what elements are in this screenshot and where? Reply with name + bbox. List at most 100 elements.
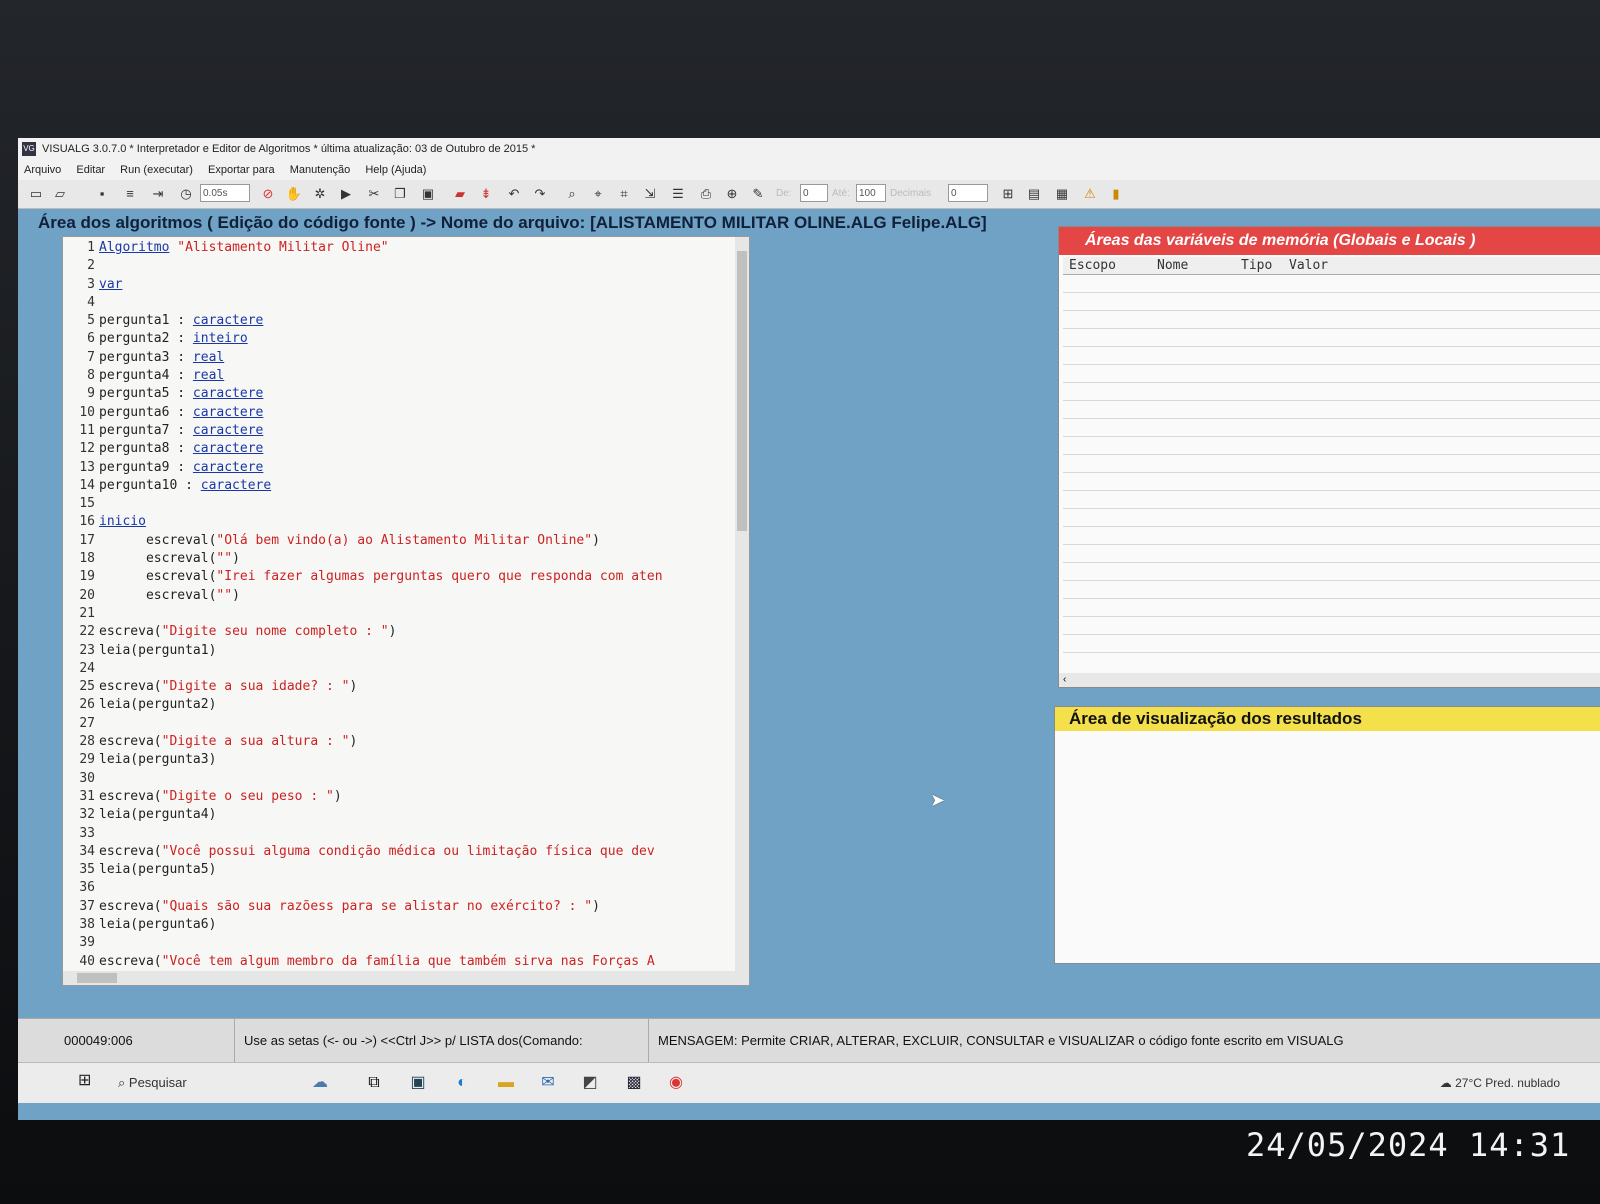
store-icon[interactable]: ▣ <box>406 1071 430 1095</box>
code-line[interactable]: 25 escreva("Digite a sua idade? : ") <box>63 678 663 696</box>
code-line[interactable]: 8 pergunta4 : real <box>63 367 663 385</box>
open-folder-icon[interactable]: ▱ <box>50 184 70 204</box>
code-line[interactable]: 19 escreval("Irei fazer algumas pergunta… <box>63 568 662 586</box>
copy-icon[interactable]: ❐ <box>390 184 410 204</box>
weather-widget[interactable]: ☁ 27°C Pred. nublado <box>1440 1063 1560 1103</box>
goto-icon[interactable]: ⇲ <box>640 184 660 204</box>
mail-icon[interactable]: ✉ <box>536 1071 560 1095</box>
undo-icon[interactable]: ↶ <box>504 184 524 204</box>
tools-icon[interactable]: ✎ <box>748 184 768 204</box>
code-line[interactable]: 40 escreva("Você tem algum membro da famí… <box>63 953 663 971</box>
redo-icon[interactable]: ↷ <box>530 184 550 204</box>
variables-icon[interactable]: ⊞ <box>998 184 1018 204</box>
to-field[interactable]: 100 <box>856 184 886 202</box>
code-line[interactable]: 20 escreval("") <box>63 587 663 605</box>
code-line[interactable]: 39 <box>63 934 663 952</box>
chrome-icon[interactable]: ◉ <box>664 1071 688 1095</box>
code-line[interactable]: 28 escreva("Digite a sua altura : ") <box>63 733 663 751</box>
zoom-icon[interactable]: ⊕ <box>722 184 742 204</box>
code-line[interactable]: 26 leia(pergunta2) <box>63 696 663 714</box>
replace-icon[interactable]: ⌖ <box>588 184 608 204</box>
code-line[interactable]: 1 Algoritmo "Alistamento Militar Oline" <box>63 239 663 257</box>
variables-table[interactable]: Escopo Nome Tipo Valor <box>1063 257 1600 677</box>
editor-horizontal-scrollbar[interactable] <box>63 971 735 985</box>
new-file-icon[interactable]: ▭ <box>26 184 46 204</box>
code-line[interactable]: 11 pergunta7 : caractere <box>63 422 663 440</box>
timer-icon[interactable]: ◷ <box>176 184 196 204</box>
code-line[interactable]: 2 <box>63 257 663 275</box>
code-line[interactable]: 22 escreva("Digite seu nome completo : ") <box>63 623 663 641</box>
code-editor[interactable]: 1 Algoritmo "Alistamento Militar Oline" 2 3… <box>62 236 750 986</box>
menu-manutencao[interactable]: Manutenção <box>284 160 357 180</box>
cut-icon[interactable]: ✂ <box>364 184 384 204</box>
scroll-thumb[interactable] <box>737 251 747 531</box>
warning-icon[interactable]: ⚠ <box>1080 184 1100 204</box>
code-line[interactable]: 36 <box>63 879 663 897</box>
code-line[interactable]: 21 <box>63 605 663 623</box>
editor-vertical-scrollbar[interactable] <box>735 237 749 985</box>
windows-start-icon[interactable]: ⊞ <box>78 1073 94 1089</box>
header-escopo[interactable]: Escopo <box>1063 257 1151 275</box>
code-line[interactable]: 16 inicio <box>63 513 663 531</box>
code-line[interactable]: 9 pergunta5 : caractere <box>63 385 663 403</box>
menu-run[interactable]: Run (executar) <box>114 160 199 180</box>
code-line[interactable]: 3 var <box>63 276 663 294</box>
calculator-icon[interactable]: ▤ <box>1024 184 1044 204</box>
code-line[interactable]: 31 escreva("Digite o seu peso : ") <box>63 788 663 806</box>
debug-icon[interactable]: ✲ <box>310 184 330 204</box>
menu-exportar[interactable]: Exportar para <box>202 160 281 180</box>
paste-icon[interactable]: ▣ <box>418 184 438 204</box>
code-line[interactable]: 29 leia(pergunta3) <box>63 751 663 769</box>
indent-icon[interactable]: ⇟ <box>476 184 496 204</box>
code-line[interactable]: 35 leia(pergunta5) <box>63 861 663 879</box>
export-icon[interactable]: ⇥ <box>148 184 168 204</box>
code-line[interactable]: 13 pergunta9 : caractere <box>63 459 663 477</box>
code-line[interactable]: 6 pergunta2 : inteiro <box>63 330 663 348</box>
hand-icon[interactable]: ✋ <box>284 184 304 204</box>
decimals-select[interactable]: 0 <box>948 184 988 202</box>
edge-icon[interactable]: ◐ <box>450 1071 474 1095</box>
code-line[interactable]: 4 <box>63 294 663 312</box>
block-icon[interactable]: ▰ <box>450 184 470 204</box>
stop-icon[interactable]: ⊘ <box>258 184 278 204</box>
menu-arquivo[interactable]: Arquivo <box>18 160 67 180</box>
code-line[interactable]: 5 pergunta1 : caractere <box>63 312 663 330</box>
variables-scrollbar[interactable]: ‹ <box>1059 673 1600 687</box>
file-explorer-icon[interactable]: ▬ <box>494 1071 518 1095</box>
header-valor[interactable]: Valor <box>1283 257 1600 275</box>
exit-icon[interactable]: ▮ <box>1106 184 1126 204</box>
code-line[interactable]: 38 leia(pergunta6) <box>63 916 663 934</box>
photos-icon[interactable]: ◩ <box>578 1071 602 1095</box>
code-line[interactable]: 30 <box>63 770 663 788</box>
menu-editar[interactable]: Editar <box>70 160 111 180</box>
scroll-thumb[interactable] <box>77 973 117 983</box>
print-source-icon[interactable]: ≡ <box>120 184 140 204</box>
menu-help[interactable]: Help (Ajuda) <box>359 160 432 180</box>
find-icon[interactable]: ⌕ <box>562 184 582 204</box>
code-line[interactable]: 27 <box>63 715 663 733</box>
task-view-icon[interactable]: ⧉ <box>362 1071 386 1095</box>
code-line[interactable]: 32 leia(pergunta4) <box>63 806 663 824</box>
format-icon[interactable]: ☰ <box>668 184 688 204</box>
code-line[interactable]: 33 <box>63 825 663 843</box>
printer-icon[interactable]: ⎙ <box>696 184 716 204</box>
save-icon[interactable]: ▪ <box>92 184 112 204</box>
find-next-icon[interactable]: ⌗ <box>614 184 634 204</box>
header-tipo[interactable]: Tipo <box>1235 257 1283 275</box>
taskbar-search[interactable]: ⌕ Pesquisar <box>118 1063 187 1103</box>
code-line[interactable]: 12 pergunta8 : caractere <box>63 440 663 458</box>
code-line[interactable]: 17 escreval("Olá bem vindo(a) ao Alistam… <box>63 532 663 550</box>
code-line[interactable]: 15 <box>63 495 663 513</box>
widgets-icon[interactable]: ☁ <box>308 1071 332 1095</box>
code-line[interactable]: 24 <box>63 660 663 678</box>
code-line[interactable]: 7 pergunta3 : real <box>63 349 663 367</box>
code-line[interactable]: 14 pergunta10 : caractere <box>63 477 663 495</box>
code-line[interactable]: 18 escreval("") <box>63 550 663 568</box>
header-nome[interactable]: Nome <box>1151 257 1235 275</box>
run-icon[interactable]: ▶ <box>336 184 356 204</box>
code-line[interactable]: 37 escreva("Quais são sua razõess para se… <box>63 898 663 916</box>
code-line[interactable]: 23 leia(pergunta1) <box>63 642 663 660</box>
code-line[interactable]: 10 pergunta6 : caractere <box>63 404 663 422</box>
visualg-taskbar-icon[interactable]: ▩ <box>622 1071 646 1095</box>
table-icon[interactable]: ▦ <box>1052 184 1072 204</box>
